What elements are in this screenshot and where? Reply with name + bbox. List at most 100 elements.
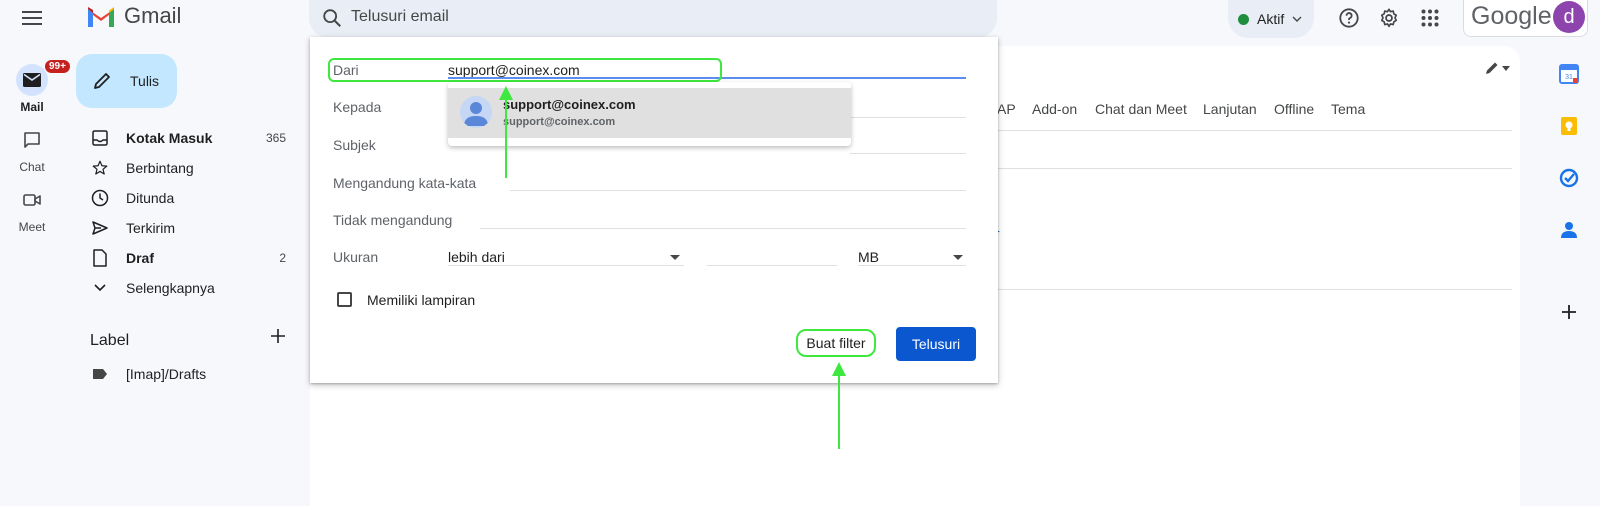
has-attachment-label: Memiliki lampiran (367, 292, 476, 308)
search-button[interactable]: Telusuri (896, 327, 976, 361)
app-name: Gmail (124, 3, 182, 28)
label-tag-icon (93, 369, 107, 379)
gear-icon (1380, 8, 1398, 28)
sidebar-item-sent[interactable]: Terkirim (90, 213, 290, 243)
tab-addons[interactable]: Add-on (1032, 101, 1077, 117)
sidebar-item-label: [Imap]/Drafts (126, 366, 207, 382)
calendar-icon: 31 (1559, 64, 1579, 84)
sidebar-item-snoozed[interactable]: Ditunda (90, 183, 290, 213)
size-operator-value: lebih dari (448, 249, 505, 265)
plus-icon (1562, 305, 1576, 319)
rail-mail[interactable]: 99+ Mail (0, 59, 71, 114)
sidebar-label-imap-drafts[interactable]: [Imap]/Drafts (90, 359, 290, 389)
draft-file-icon (93, 249, 107, 267)
calendar-button[interactable]: 31 (1558, 63, 1580, 85)
gmail-m-icon (88, 7, 114, 27)
compose-button[interactable]: Tulis (76, 54, 177, 108)
status-selector[interactable]: Aktif (1228, 0, 1314, 38)
search-icon[interactable] (321, 7, 343, 29)
doesnt-have-label: Tidak mengandung (333, 212, 453, 228)
sidebar-item-label: Kotak Masuk (126, 130, 213, 146)
sidebar-item-starred[interactable]: Berbintang (90, 153, 290, 183)
contacts-icon (1561, 222, 1577, 238)
gmail-logo[interactable]: Gmail (86, 3, 181, 29)
sidebar-item-count: 2 (279, 251, 286, 265)
caret-down-icon (1502, 65, 1510, 71)
tasks-button[interactable] (1558, 167, 1580, 189)
subject-input[interactable] (850, 153, 966, 154)
contact-avatar (460, 96, 492, 128)
doesnt-have-input[interactable] (480, 228, 966, 229)
section-divider (998, 289, 1512, 290)
tab-advanced[interactable]: Lanjutan (1203, 101, 1257, 117)
help-button[interactable] (1335, 4, 1363, 32)
autocomplete-suggestion[interactable]: support@coinex.com support@coinex.com (448, 88, 851, 138)
settings-button[interactable] (1375, 4, 1403, 32)
keep-button[interactable] (1558, 115, 1580, 137)
size-label: Ukuran (333, 249, 379, 265)
rail-mail-label: Mail (20, 100, 44, 114)
rail-meet[interactable]: Meet (0, 184, 64, 234)
has-words-label: Mengandung kata-kata (333, 175, 477, 191)
chevron-down-icon (1292, 16, 1302, 22)
rail-meet-label: Meet (18, 220, 46, 234)
tab-offline[interactable]: Offline (1274, 101, 1314, 117)
google-brand: Google (1471, 2, 1552, 30)
tab-divider (998, 130, 1512, 131)
apps-grid-icon (1421, 9, 1439, 27)
create-label-button[interactable] (270, 328, 286, 349)
star-icon (92, 160, 108, 175)
chat-icon (24, 132, 40, 148)
sidebar-item-inbox[interactable]: Kotak Masuk 365 (90, 123, 290, 153)
status-dot (1238, 13, 1249, 25)
apps-button[interactable] (1416, 4, 1444, 32)
sidebar-item-label: Terkirim (126, 220, 175, 236)
person-icon (460, 96, 492, 128)
tab-themes[interactable]: Tema (1331, 101, 1365, 117)
sidebar-item-label: Ditunda (126, 190, 175, 206)
chevron-down-icon (94, 284, 106, 292)
pencil-icon (94, 73, 110, 89)
pencil-icon (1486, 62, 1498, 74)
keep-icon (1561, 117, 1577, 135)
plus-icon (271, 329, 285, 343)
autocomplete-dropdown: support@coinex.com support@coinex.com (448, 82, 851, 146)
compose-label: Tulis (130, 73, 160, 89)
size-value-input[interactable] (707, 265, 837, 266)
to-input[interactable] (850, 117, 966, 118)
help-icon (1339, 8, 1359, 28)
sidebar-item-drafts[interactable]: Draf 2 (90, 243, 290, 273)
sidebar-item-more[interactable]: Selengkapnya (90, 273, 290, 303)
search-input[interactable]: Telusuri email (351, 8, 449, 26)
tasks-icon (1559, 168, 1579, 188)
input-tools-menu[interactable] (1484, 60, 1510, 76)
section-divider (998, 168, 1512, 169)
has-attachment-checkbox[interactable] (337, 292, 352, 307)
status-label: Aktif (1257, 11, 1285, 27)
has-words-input[interactable] (510, 190, 966, 191)
labels-heading: Label (90, 332, 130, 349)
rail-chat[interactable]: Chat (0, 124, 64, 174)
size-unit-value: MB (858, 249, 879, 265)
rail-chat-label: Chat (19, 160, 45, 174)
main-menu-button[interactable] (18, 4, 46, 32)
contacts-button[interactable] (1558, 219, 1580, 241)
inbox-icon (92, 130, 108, 146)
from-highlight-annotation (328, 58, 722, 82)
suggestion-email: support@coinex.com (503, 116, 616, 128)
caret-down-icon (953, 255, 963, 260)
sidebar-item-label: Draf (126, 250, 155, 266)
tab-imap[interactable]: AP (997, 101, 1016, 117)
sidebar-item-count: 365 (265, 131, 286, 145)
create-filter-button[interactable]: Buat filter (796, 329, 876, 357)
select-underline (448, 265, 684, 266)
side-panel: 31 (1548, 0, 1600, 506)
caret-down-icon (670, 255, 680, 260)
get-addons-button[interactable] (1558, 301, 1580, 323)
send-icon (92, 221, 108, 235)
suggestion-name: support@coinex.com (503, 97, 636, 112)
to-label: Kepada (333, 99, 382, 115)
search-bar[interactable]: Telusuri email (309, 0, 997, 38)
tab-chat-meet[interactable]: Chat dan Meet (1095, 101, 1187, 117)
sidebar-item-label: Selengkapnya (126, 280, 215, 296)
